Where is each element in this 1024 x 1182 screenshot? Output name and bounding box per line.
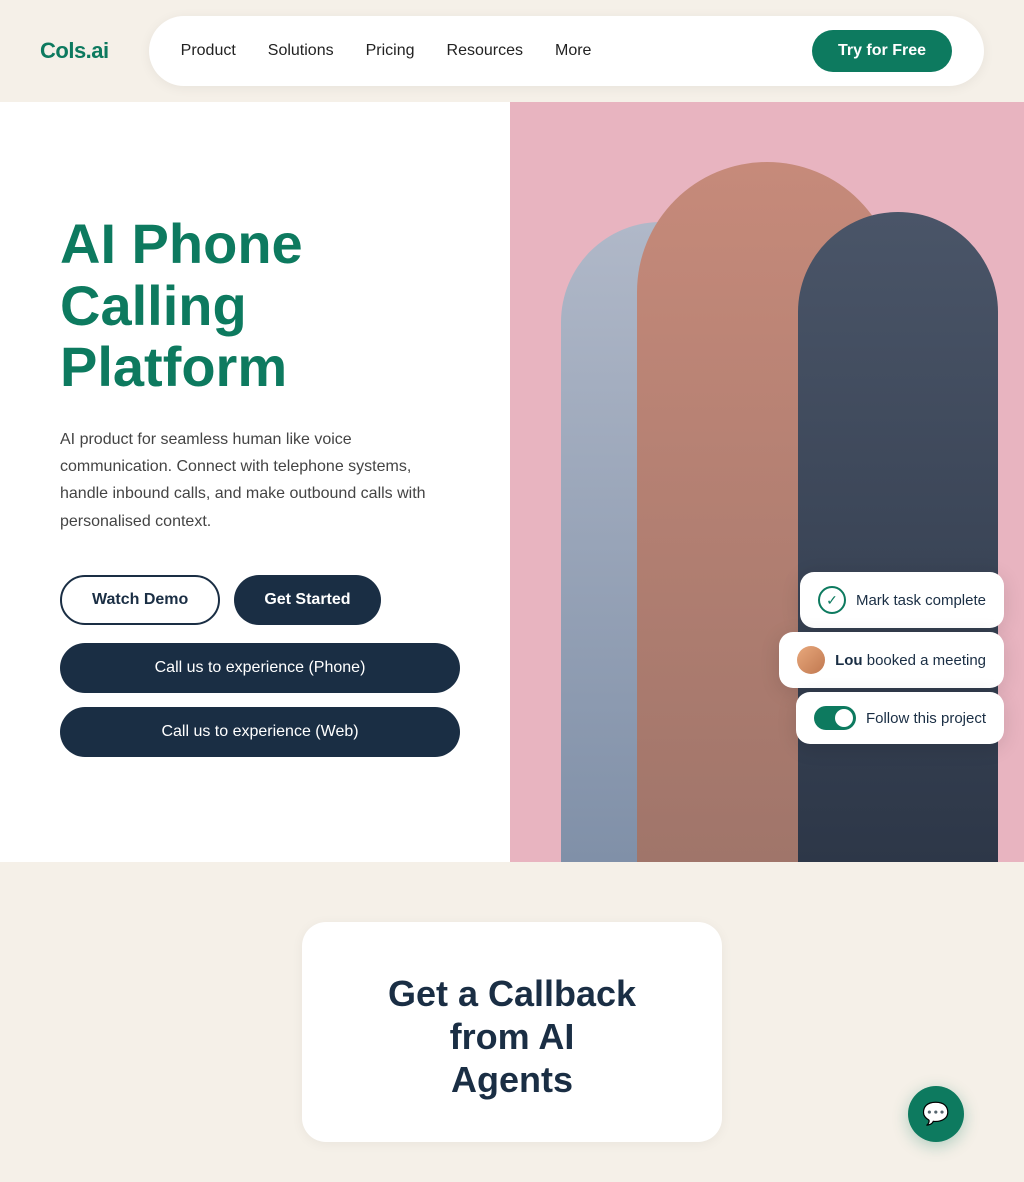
callback-title: Get a Callback from AI Agents xyxy=(362,972,662,1102)
lou-avatar xyxy=(797,646,825,674)
nav-product[interactable]: Product xyxy=(181,42,236,60)
check-circle-icon: ✓ xyxy=(818,586,846,614)
nav-solutions[interactable]: Solutions xyxy=(268,42,334,60)
nav-pricing[interactable]: Pricing xyxy=(366,42,415,60)
navbar: Product Solutions Pricing Resources More… xyxy=(149,16,984,86)
hero-left: AI Phone Calling Platform AI product for… xyxy=(0,102,510,862)
hero-right: ✓ Mark task complete Lou booked a meetin… xyxy=(510,102,1024,862)
hero-section: AI Phone Calling Platform AI product for… xyxy=(0,102,1024,862)
booked-meeting-card: Lou booked a meeting xyxy=(779,632,1004,688)
follow-project-label: Follow this project xyxy=(866,710,986,727)
get-started-button[interactable]: Get Started xyxy=(234,575,380,625)
booked-text: Lou booked a meeting xyxy=(835,652,986,669)
chat-bubble-button[interactable]: 💬 xyxy=(908,1086,964,1142)
bottom-section: Get a Callback from AI Agents 💬 xyxy=(0,862,1024,1182)
hero-title: AI Phone Calling Platform xyxy=(60,213,460,398)
follow-project-card[interactable]: Follow this project xyxy=(796,692,1004,744)
chat-icon: 💬 xyxy=(922,1101,949,1127)
watch-demo-button[interactable]: Watch Demo xyxy=(60,575,220,625)
mark-task-card[interactable]: ✓ Mark task complete xyxy=(800,572,1004,628)
try-for-free-button[interactable]: Try for Free xyxy=(812,30,952,72)
mark-task-label: Mark task complete xyxy=(856,592,986,609)
nav-links: Product Solutions Pricing Resources More xyxy=(181,42,776,60)
hero-primary-buttons: Watch Demo Get Started xyxy=(60,575,460,625)
logo: Cols.ai xyxy=(40,38,109,64)
follow-toggle[interactable] xyxy=(814,706,856,730)
nav-more[interactable]: More xyxy=(555,42,591,60)
hero-description: AI product for seamless human like voice… xyxy=(60,426,440,535)
call-phone-button[interactable]: Call us to experience (Phone) xyxy=(60,643,460,693)
person-right xyxy=(798,212,998,862)
nav-resources[interactable]: Resources xyxy=(447,42,523,60)
call-web-button[interactable]: Call us to experience (Web) xyxy=(60,707,460,757)
callback-card: Get a Callback from AI Agents xyxy=(302,922,722,1142)
hero-background: ✓ Mark task complete Lou booked a meetin… xyxy=(510,102,1024,862)
